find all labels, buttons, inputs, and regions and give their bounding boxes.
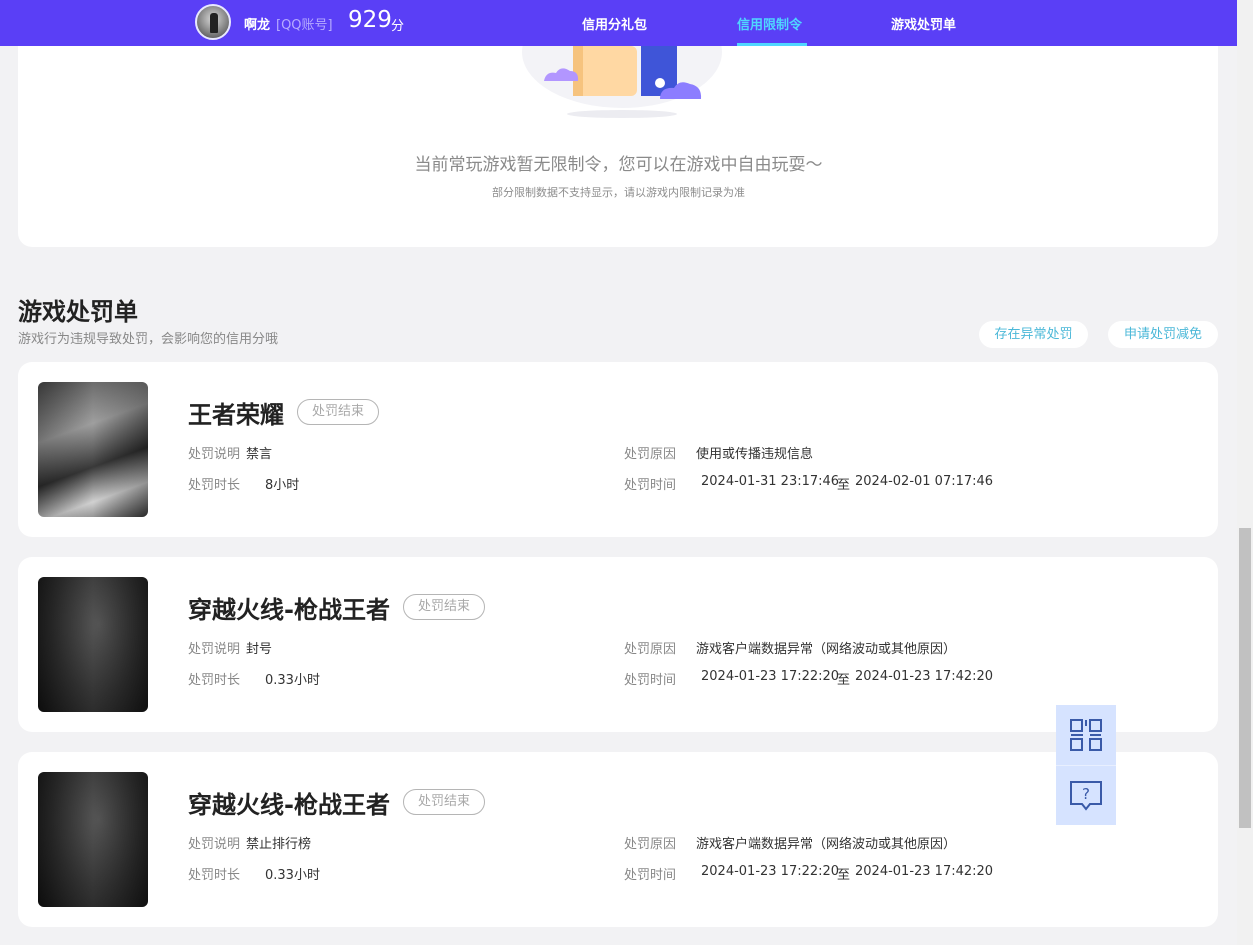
apply-reduction-button[interactable]: 申请处罚减免: [1108, 321, 1218, 348]
report-abnormal-button[interactable]: 存在异常处罚: [979, 321, 1088, 348]
reason-label: 处罚原因: [624, 837, 677, 852]
scrollbar-thumb[interactable]: [1239, 528, 1251, 828]
description-label: 处罚说明: [188, 837, 241, 852]
game-name: 王者荣耀: [188, 401, 284, 429]
game-cover-image: [38, 382, 148, 517]
reason-value: 使用或传播违规信息: [696, 447, 814, 462]
duration-value: 0.33小时: [265, 673, 320, 688]
game-name: 穿越火线-枪战王者: [188, 596, 390, 624]
qrcode-icon: [1070, 719, 1102, 751]
reason-value: 游戏客户端数据异常（网络波动或其他原因）: [696, 642, 957, 657]
empty-state-illustration: [522, 46, 722, 118]
game-cover-image: [38, 772, 148, 907]
reason-label: 处罚原因: [624, 642, 677, 657]
time-separator: 至: [837, 868, 851, 883]
floating-toolbar: ?: [1056, 705, 1116, 825]
score-unit: 分: [391, 19, 405, 34]
penalty-card: 穿越火线-枪战王者 处罚结束 处罚说明 封号 处罚时长 0.33小时 处罚原因 …: [18, 557, 1218, 732]
description-label: 处罚说明: [188, 447, 241, 462]
time-start: 2024-01-23 17:22:20: [701, 669, 840, 684]
game-name: 穿越火线-枪战王者: [188, 791, 390, 819]
reason-label: 处罚原因: [624, 447, 677, 462]
status-badge: 处罚结束: [403, 789, 486, 815]
svg-text:?: ?: [1082, 785, 1090, 803]
time-end: 2024-01-23 17:42:20: [855, 864, 994, 879]
reason-value: 游戏客户端数据异常（网络波动或其他原因）: [696, 837, 957, 852]
time-label: 处罚时间: [624, 673, 677, 688]
time-end: 2024-01-23 17:42:20: [855, 669, 994, 684]
time-start: 2024-01-31 23:17:46: [701, 474, 840, 489]
credit-score: 929: [348, 7, 392, 33]
empty-state-title: 当前常玩游戏暂无限制令，您可以在游戏中自由玩耍～: [414, 155, 823, 175]
duration-label: 处罚时长: [188, 478, 241, 493]
time-end: 2024-02-01 07:17:46: [855, 474, 994, 489]
description-label: 处罚说明: [188, 642, 241, 657]
duration-label: 处罚时长: [188, 868, 241, 883]
help-button[interactable]: ?: [1056, 765, 1116, 825]
time-label: 处罚时间: [624, 478, 677, 493]
empty-state-note: 部分限制数据不支持显示，请以游戏内限制记录为准: [492, 186, 745, 199]
username: 啊龙: [244, 18, 271, 33]
time-separator: 至: [837, 478, 851, 493]
penalty-card: 穿越火线-枪战王者 处罚结束 处罚说明 禁止排行榜 处罚时长 0.33小时 处罚…: [18, 752, 1218, 927]
description-value: 禁止排行榜: [246, 837, 312, 852]
time-label: 处罚时间: [624, 868, 677, 883]
duration-value: 0.33小时: [265, 868, 320, 883]
duration-label: 处罚时长: [188, 673, 241, 688]
status-badge: 处罚结束: [297, 399, 380, 425]
status-badge: 处罚结束: [403, 594, 486, 620]
avatar[interactable]: [195, 4, 231, 40]
account-type: [QQ账号]: [276, 18, 333, 33]
section-subtitle: 游戏行为违规导致处罚，会影响您的信用分哦: [18, 332, 279, 347]
description-value: 禁言: [246, 447, 273, 462]
time-separator: 至: [837, 673, 851, 688]
duration-value: 8小时: [265, 478, 300, 493]
time-start: 2024-01-23 17:22:20: [701, 864, 840, 879]
section-title: 游戏处罚单: [18, 298, 138, 326]
description-value: 封号: [246, 642, 273, 657]
tab-game-penalty[interactable]: 游戏处罚单: [891, 14, 956, 33]
tab-credit-restriction[interactable]: 信用限制令: [737, 14, 802, 33]
qrcode-button[interactable]: [1056, 705, 1116, 765]
help-chat-icon: ?: [1070, 780, 1102, 811]
tab-credit-gift[interactable]: 信用分礼包: [582, 14, 647, 33]
top-nav-bar: 啊龙 [QQ账号] 929 分 信用分礼包 信用限制令 游戏处罚单: [0, 0, 1237, 46]
game-cover-image: [38, 577, 148, 712]
penalty-card: 王者荣耀 处罚结束 处罚说明 禁言 处罚时长 8小时 处罚原因 使用或传播违规信…: [18, 362, 1218, 537]
